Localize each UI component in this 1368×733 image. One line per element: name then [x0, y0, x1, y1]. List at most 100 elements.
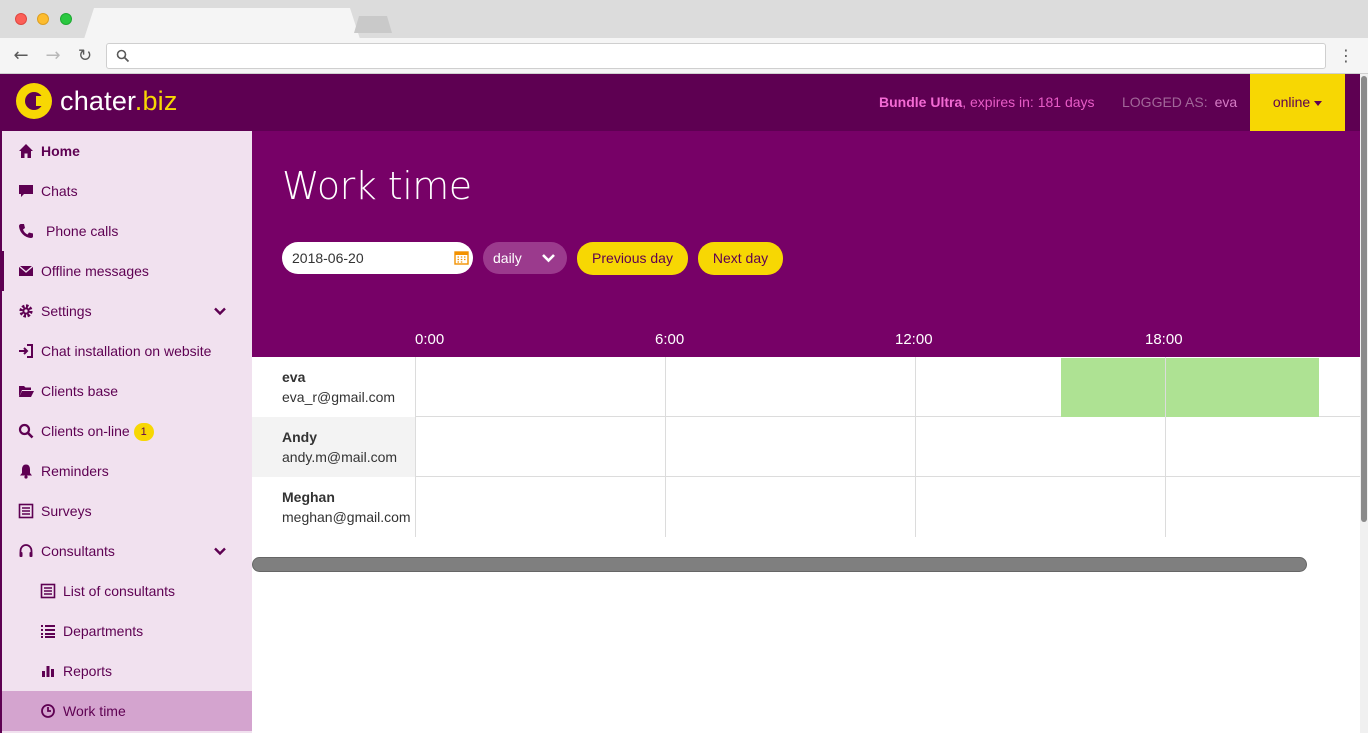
close-window-button[interactable]: [15, 13, 27, 25]
sidebar-item-surveys[interactable]: Surveys: [2, 491, 252, 531]
sidebar-item-clients-base[interactable]: Clients base: [2, 371, 252, 411]
sidebar-item-label: Work time: [63, 703, 126, 719]
gear-icon: [19, 304, 33, 318]
sidebar-item-consultants[interactable]: Consultants: [2, 531, 252, 571]
sidebar-item-work-time[interactable]: Work time: [2, 691, 252, 731]
clock-icon: [41, 704, 55, 718]
table-row: Meghan meghan@gmail.com: [252, 477, 1360, 537]
hour-label: 6:00: [655, 331, 685, 348]
sidebar-item-home[interactable]: Home: [2, 131, 252, 171]
sidebar-item-label: Phone calls: [46, 223, 119, 239]
work-time-header: Work time 2018-06-20 daily Previous day …: [252, 131, 1360, 357]
calendar-icon[interactable]: [454, 250, 469, 265]
sidebar-item-label: Departments: [63, 623, 144, 639]
vertical-scrollbar[interactable]: [1361, 76, 1367, 522]
hour-label: 18:00: [1145, 331, 1183, 348]
consultant-name: Meghan: [282, 489, 335, 505]
next-day-button[interactable]: Next day: [698, 242, 783, 275]
sidebar-item-label: Reports: [63, 663, 113, 679]
browser-toolbar: ← → ↻ ⋮: [0, 38, 1368, 74]
sidebar-item-reminders[interactable]: Reminders: [2, 451, 252, 491]
table-row: Andy andy.m@mail.com: [252, 417, 1360, 477]
consultant-name: eva: [282, 369, 306, 385]
page-title: Work time: [282, 164, 472, 208]
date-field-value: 2018-06-20: [292, 250, 364, 266]
sidebar-item-label: List of consultants: [63, 583, 176, 599]
tab-strip: [0, 0, 1368, 39]
sidebar-item-label: Surveys: [41, 503, 92, 519]
period-select-value: daily: [493, 250, 522, 266]
sidebar-item-list-of-consultants[interactable]: List of consultants: [2, 571, 252, 611]
worked-time-bar[interactable]: [1060, 358, 1320, 417]
caret-down-icon: [1314, 100, 1323, 106]
logo-text-main: chater: [60, 85, 135, 116]
search-icon: [116, 49, 130, 63]
logged-as: LOGGED AS: eva: [1122, 94, 1237, 110]
home-icon: [19, 144, 33, 158]
logged-user: eva: [1214, 94, 1238, 110]
envelope-icon: [18, 265, 34, 276]
bar-chart-icon: [42, 666, 54, 677]
sidebar-item-label: Home: [41, 143, 80, 159]
phone-icon: [19, 224, 33, 238]
sidebar-item-departments[interactable]: Departments: [2, 611, 252, 651]
list-icon: [41, 625, 55, 638]
horizontal-scrollbar[interactable]: [252, 557, 1307, 572]
browser-tab[interactable]: [84, 8, 360, 39]
back-arrow-icon[interactable]: ←: [9, 44, 33, 68]
work-time-grid: eva eva_r@gmail.com Andy andy.m@mail.com…: [252, 357, 1360, 537]
consultant-cell: Meghan meghan@gmail.com: [252, 477, 415, 537]
consultant-email: meghan@gmail.com: [282, 509, 411, 525]
new-tab-button[interactable]: [354, 16, 392, 33]
sidebar-item-chat-installation[interactable]: Chat installation on website: [2, 331, 252, 371]
grid-line: [665, 357, 666, 537]
status-dropdown[interactable]: online: [1250, 74, 1345, 131]
consultant-email: eva_r@gmail.com: [282, 389, 396, 405]
sidebar-item-label: Clients on-line: [41, 423, 130, 439]
browser-menu-icon[interactable]: ⋮: [1336, 44, 1356, 68]
address-bar[interactable]: [106, 43, 1326, 69]
logo[interactable]: chater.biz: [16, 83, 178, 119]
date-field[interactable]: 2018-06-20: [282, 242, 473, 274]
list-alt-icon: [40, 583, 56, 599]
consultant-name: Andy: [282, 429, 317, 445]
sidebar-item-settings[interactable]: Settings: [2, 291, 252, 331]
bundle-name: Bundle Ultra: [879, 94, 963, 110]
bundle-info: Bundle Ultra, expires in: 181 days: [879, 94, 1095, 110]
table-row: eva eva_r@gmail.com: [252, 357, 1360, 417]
grid-line: [415, 357, 416, 537]
sidebar-item-label-wrap: Clients on-line 1: [41, 423, 154, 441]
consultant-cell: Andy andy.m@mail.com: [252, 417, 415, 477]
grid-line: [915, 357, 916, 537]
sidebar-item-offline-messages[interactable]: Offline messages: [2, 251, 252, 291]
sidebar-item-phone-calls[interactable]: Phone calls: [2, 211, 252, 251]
sign-in-icon: [19, 344, 33, 358]
sidebar-item-label: Chat installation on website: [41, 343, 212, 359]
sidebar-item-clients-online[interactable]: Clients on-line 1: [2, 411, 252, 451]
logo-text: chater.biz: [60, 86, 178, 117]
minimize-window-button[interactable]: [37, 13, 49, 25]
hour-label: 0:00: [415, 331, 445, 348]
list-alt-icon: [18, 503, 34, 519]
status-label: online: [1272, 94, 1311, 110]
reload-icon[interactable]: ↻: [73, 44, 97, 68]
active-marker: [2, 251, 4, 291]
sidebar-item-label: Offline messages: [41, 263, 149, 279]
sidebar: Home Chats Phone calls Offline messages …: [0, 131, 252, 733]
sidebar-item-reports[interactable]: Reports: [2, 651, 252, 691]
logo-text-tld: .biz: [134, 85, 178, 116]
sidebar-item-chats[interactable]: Chats: [2, 171, 252, 211]
forward-arrow-icon[interactable]: →: [41, 44, 65, 68]
sidebar-item-label: Settings: [41, 303, 92, 319]
search-icon: [18, 423, 34, 439]
previous-day-button[interactable]: Previous day: [577, 242, 688, 275]
maximize-window-button[interactable]: [60, 13, 72, 25]
period-select[interactable]: daily: [483, 242, 567, 274]
chat-bubble-icon: [19, 185, 33, 197]
sidebar-item-label: Reminders: [41, 463, 109, 479]
folder-open-icon: [19, 386, 34, 397]
sidebar-item-label: Clients base: [41, 383, 119, 399]
chevron-down-icon: [214, 307, 226, 316]
chevron-down-icon: [542, 254, 555, 263]
grid-line: [1165, 357, 1166, 537]
